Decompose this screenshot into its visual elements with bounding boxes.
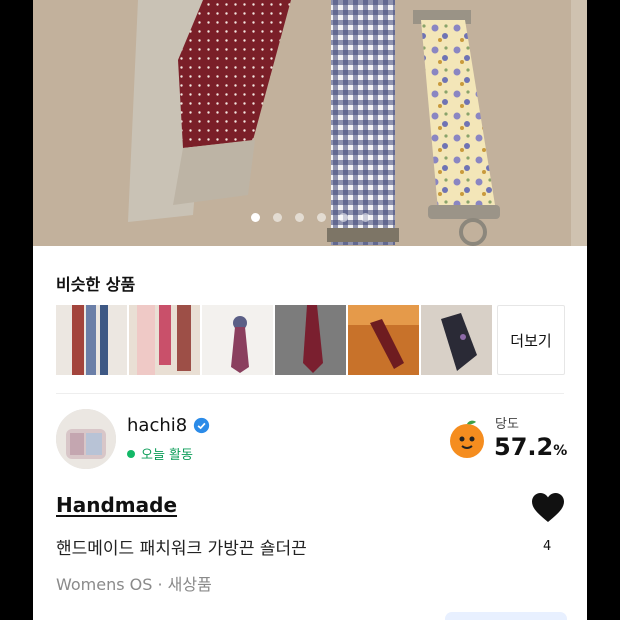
page-dot[interactable] — [360, 213, 370, 222]
more-similar-button[interactable]: 더보기 — [497, 305, 565, 375]
heart-icon[interactable] — [531, 492, 565, 524]
like-count: 4 — [543, 539, 552, 554]
sweetness-unit: % — [553, 443, 568, 459]
product-meta: Womens OS · 새상품 — [56, 575, 212, 594]
sweetness-score: 57.2% — [494, 433, 567, 461]
orange-mascot-icon — [450, 420, 484, 458]
page-dot[interactable] — [294, 213, 304, 222]
brand-link[interactable]: Handmade — [56, 493, 177, 517]
product-photo — [33, 0, 587, 246]
similar-item-thumbnail[interactable] — [348, 305, 419, 375]
seller-name-row[interactable]: hachi8 — [127, 415, 210, 436]
sweetness-label: 당도 — [495, 417, 519, 432]
seller-activity-status: 오늘 활동 — [127, 444, 193, 463]
similar-items-title: 비슷한 상품 — [56, 275, 136, 294]
similar-item-thumbnail[interactable] — [129, 305, 200, 375]
product-detail-screen: 비슷한 상품 더보기 hachi8 오늘 활동 당도 57.2% Handmad… — [33, 0, 587, 620]
page-dot[interactable] — [338, 213, 348, 222]
bottom-chip[interactable] — [445, 612, 567, 620]
red-necktie-thumbnail — [275, 305, 346, 375]
page-dot[interactable] — [316, 213, 326, 222]
necktie-on-bag-thumbnail — [348, 305, 419, 375]
avatar-image — [56, 409, 116, 469]
product-image-gallery[interactable] — [33, 0, 587, 246]
floral-strap-thumbnail — [129, 305, 200, 375]
seller-name: hachi8 — [127, 415, 188, 436]
seller-status-text: 오늘 활동 — [141, 448, 193, 463]
product-title: 핸드메이드 패치워크 가방끈 숄더끈 — [56, 539, 307, 559]
dark-necktie-thumbnail — [421, 305, 492, 375]
similar-item-thumbnail[interactable] — [56, 305, 127, 375]
similar-item-thumbnail[interactable] — [275, 305, 346, 375]
page-dot-active[interactable] — [250, 213, 260, 222]
necktie-thumbnail — [202, 305, 273, 375]
page-dot[interactable] — [272, 213, 282, 222]
seller-avatar[interactable] — [56, 409, 116, 469]
verified-badge-icon — [194, 417, 210, 434]
scarf-thumbnail — [56, 305, 127, 375]
divider — [56, 393, 564, 394]
similar-item-thumbnail[interactable] — [202, 305, 273, 375]
sweetness-value: 57.2 — [494, 433, 554, 461]
online-dot-icon — [127, 449, 135, 458]
similar-items-row: 더보기 — [56, 305, 565, 375]
gallery-pagination — [33, 213, 587, 222]
similar-item-thumbnail[interactable] — [421, 305, 492, 375]
